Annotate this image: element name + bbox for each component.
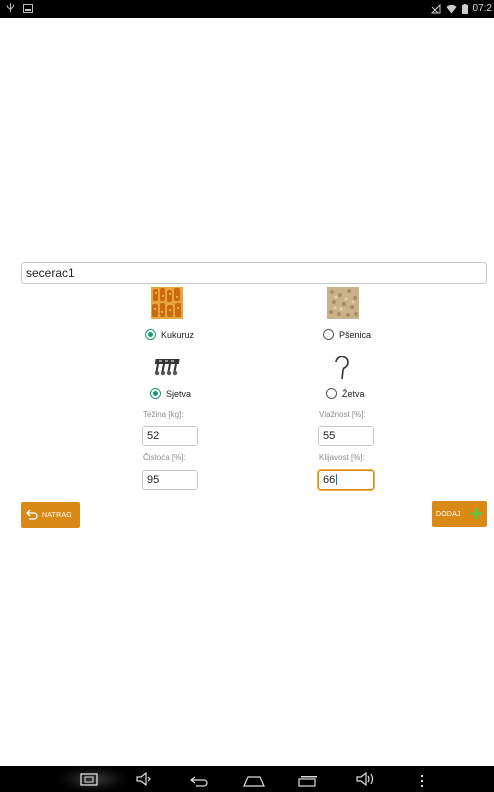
wifi-icon <box>446 4 457 14</box>
screenshot-icon[interactable] <box>80 773 98 791</box>
corn-icon <box>151 287 183 324</box>
radio-dot-unselected[interactable] <box>326 388 337 399</box>
radio-psenica[interactable]: Pšenica <box>323 329 371 340</box>
radio-label-psenica: Pšenica <box>339 329 372 340</box>
recents-icon[interactable] <box>298 774 318 792</box>
volume-up-icon[interactable] <box>356 771 376 791</box>
wheat-icon <box>327 287 359 324</box>
signal-off-icon <box>430 3 441 14</box>
tezina-label: Težina [kg]: <box>143 410 184 419</box>
radio-dot-selected[interactable] <box>150 388 161 399</box>
klijavost-value: 66 <box>323 474 336 486</box>
name-input[interactable]: secerac1 <box>21 262 487 284</box>
vlaznost-input[interactable]: 55 <box>318 426 374 446</box>
radio-dot-unselected[interactable] <box>323 329 334 340</box>
klijavost-label: Klijavost [%]: <box>319 453 365 462</box>
menu-icon[interactable] <box>420 774 424 792</box>
cistoca-input[interactable]: 95 <box>142 470 198 490</box>
radio-dot-selected[interactable] <box>145 329 156 340</box>
radio-label-zetva: Žetva <box>342 388 365 399</box>
vlaznost-label: Vlažnost [%]: <box>319 410 366 419</box>
status-bar: 07:2 <box>0 0 494 18</box>
radio-label-sjetva: Sjetva <box>166 388 192 399</box>
cistoca-label: Čistoća [%]: <box>143 453 186 462</box>
radio-sjetva[interactable]: Sjetva <box>150 388 191 399</box>
plus-icon <box>470 507 482 521</box>
image-icon <box>23 3 33 13</box>
home-icon[interactable] <box>243 774 265 792</box>
back-button[interactable]: NATRAG <box>21 502 80 528</box>
navigation-bar <box>0 766 494 792</box>
app-screen: 07:2 secerac1 Kukuruz Pšenica Sjetva Žet… <box>0 0 494 792</box>
sickle-icon <box>333 355 351 385</box>
text-caret <box>336 474 338 485</box>
klijavost-input[interactable]: 66 <box>318 470 374 490</box>
seeder-icon <box>153 357 183 382</box>
battery-icon <box>461 3 468 14</box>
add-button[interactable]: DODAJ <box>432 501 487 527</box>
volume-down-icon[interactable] <box>136 771 152 791</box>
radio-kukuruz[interactable]: Kukuruz <box>145 329 194 340</box>
tezina-input[interactable]: 52 <box>142 426 198 446</box>
clock: 07:2 <box>472 3 492 14</box>
back-button-label: NATRAG <box>42 511 72 519</box>
add-button-label: DODAJ <box>436 510 461 518</box>
radio-zetva[interactable]: Žetva <box>326 388 365 399</box>
back-icon[interactable] <box>190 774 208 792</box>
undo-icon <box>26 509 38 522</box>
radio-label-kukuruz: Kukuruz <box>161 329 195 340</box>
usb-icon <box>6 3 15 13</box>
